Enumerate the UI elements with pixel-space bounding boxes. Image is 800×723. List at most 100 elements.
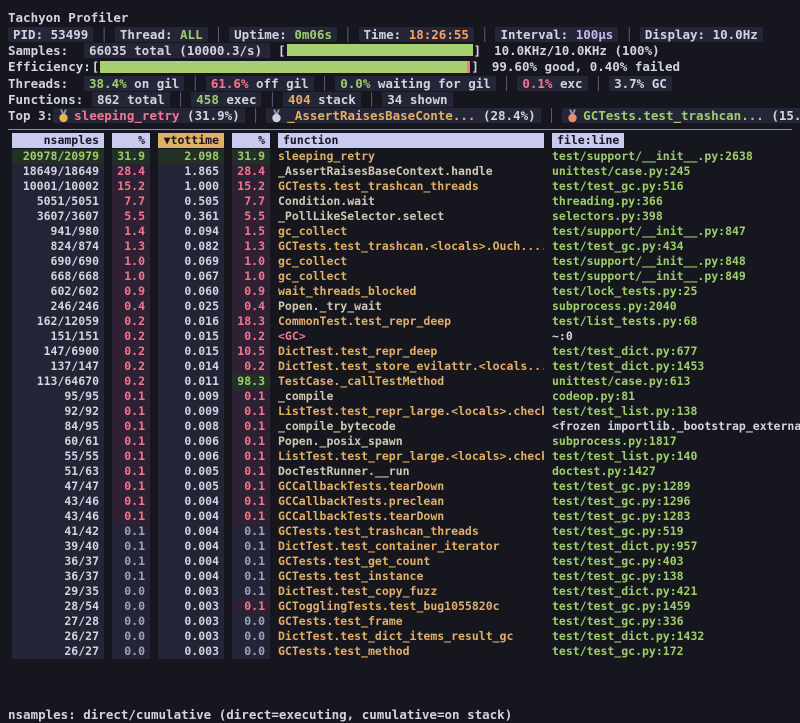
pct-cumulative-cell: 0.9: [232, 284, 270, 299]
column-header-tottime[interactable]: ▼tottime: [158, 133, 224, 148]
table-row[interactable]: 5051/50517.70.5057.7Condition.waitthread…: [8, 194, 800, 209]
function-cell: GCTests.test_trashcan_threads: [278, 179, 544, 194]
function-cell: GCTests.test_frame: [278, 614, 544, 629]
top3-item-1: sleeping_retry (31.9%): [53, 108, 245, 123]
pct-cumulative-cell: 0.1: [232, 539, 270, 554]
nsamples-cell: 690/690: [12, 254, 104, 269]
column-header-nsamples[interactable]: nsamples: [12, 133, 104, 148]
threads-label: Threads:: [8, 76, 84, 91]
table-row[interactable]: 20978/2097931.92.09831.9sleeping_retryte…: [8, 149, 800, 164]
efficiency-bar-open-bracket: [: [92, 59, 100, 74]
functions-segment: 862 total: [92, 92, 170, 107]
table-row[interactable]: 147/69000.20.01510.5DictTest.test_repr_d…: [8, 344, 800, 359]
pct-cumulative-cell: 5.5: [232, 209, 270, 224]
table-row[interactable]: 18649/1864928.41.86528.4_AssertRaisesBas…: [8, 164, 800, 179]
table-row[interactable]: 43/460.10.0040.1GCCallbackTests.preclean…: [8, 494, 800, 509]
top3-item-3: GCTests.test_trashcan... (15.2%): [562, 108, 800, 123]
table-row[interactable]: 29/350.00.0030.1DictTest.test_copy_fuzzt…: [8, 584, 800, 599]
table-row[interactable]: 36/370.10.0040.1GCTests.test_instancetes…: [8, 569, 800, 584]
pct-cumulative-cell: 0.1: [232, 554, 270, 569]
table-row[interactable]: 47/470.10.0050.1GCCallbackTests.tearDown…: [8, 479, 800, 494]
file-line-cell: threading.py:366: [552, 194, 800, 209]
table-row[interactable]: 41/420.10.0040.1GCTests.test_trashcan_th…: [8, 524, 800, 539]
segment-separator: │: [625, 27, 633, 42]
table-row[interactable]: 602/6020.90.0600.9wait_threads_blockedte…: [8, 284, 800, 299]
function-cell: Condition.wait: [278, 194, 544, 209]
table-row[interactable]: 28/540.00.0030.1GCTogglingTests.test_bug…: [8, 599, 800, 614]
pct-cumulative-cell: 28.4: [232, 164, 270, 179]
column-header-pct-direct[interactable]: %: [112, 133, 150, 148]
table-row[interactable]: 92/920.10.0090.1ListTest.test_repr_large…: [8, 404, 800, 419]
table-row[interactable]: 36/370.10.0040.1GCTests.test_get_countte…: [8, 554, 800, 569]
column-header-label: tottime: [171, 133, 219, 147]
table-row[interactable]: 55/550.10.0060.1ListTest.test_repr_large…: [8, 449, 800, 464]
status-display-value: 10.0Hz: [713, 27, 758, 42]
tottime-cell: 0.004: [158, 509, 224, 524]
table-row[interactable]: 95/950.10.0090.1_compilecodeop.py:81: [8, 389, 800, 404]
table-row[interactable]: 51/630.10.0050.1DocTestRunner.__rundocte…: [8, 464, 800, 479]
samples-rate-text: 10.0KHz/10.0KHz (100%): [494, 43, 660, 58]
tottime-cell: 0.011: [158, 374, 224, 389]
pct-direct-cell: 1.0: [112, 269, 150, 284]
table-row[interactable]: 60/610.10.0060.1Popen._posix_spawnsubpro…: [8, 434, 800, 449]
function-cell: GCTogglingTests.test_bug1055820c: [278, 599, 544, 614]
status-uptime-label: Uptime:: [234, 27, 294, 42]
nsamples-cell: 39/40: [12, 539, 104, 554]
pct-direct-cell: 15.2: [112, 179, 150, 194]
pct-direct-cell: 0.1: [112, 539, 150, 554]
table-row[interactable]: 137/1470.20.0140.2DictTest.test_store_ev…: [8, 359, 800, 374]
status-pid: PID: 53499: [8, 27, 93, 42]
table-row[interactable]: 824/8741.30.0821.3GCTests.test_trashcan.…: [8, 239, 800, 254]
table-row[interactable]: 10001/1000215.21.00015.2GCTests.test_tra…: [8, 179, 800, 194]
file-line-cell: subprocess.py:2040: [552, 299, 800, 314]
table-row[interactable]: 43/460.10.0040.1GCCallbackTests.tearDown…: [8, 509, 800, 524]
status-display-label: Display:: [645, 27, 713, 42]
table-row[interactable]: 39/400.10.0040.1DictTest.test_container_…: [8, 539, 800, 554]
table-row[interactable]: 27/280.00.0030.0GCTests.test_frametest/t…: [8, 614, 800, 629]
file-line-cell: subprocess.py:1817: [552, 434, 800, 449]
nsamples-cell: 43/46: [12, 509, 104, 524]
nsamples-cell: 18649/18649: [12, 164, 104, 179]
table-row[interactable]: 668/6681.00.0671.0gc_collecttest/support…: [8, 269, 800, 284]
pct-direct-cell: 0.4: [112, 299, 150, 314]
pct-direct-cell: 0.1: [112, 389, 150, 404]
nsamples-cell: 10001/10002: [12, 179, 104, 194]
threads-suffix: exc: [552, 76, 582, 91]
status-display: Display: 10.0Hz: [640, 27, 763, 42]
pct-direct-cell: 0.1: [112, 434, 150, 449]
nsamples-cell: 26/27: [12, 644, 104, 659]
file-line-cell: test/test_gc.py:1459: [552, 599, 800, 614]
pct-direct-cell: 0.9: [112, 284, 150, 299]
nsamples-cell: 92/92: [12, 404, 104, 419]
function-cell: _PollLikeSelector.select: [278, 209, 544, 224]
status-interval: Interval: 100μs: [495, 27, 618, 42]
pct-cumulative-cell: 0.1: [232, 389, 270, 404]
pct-direct-cell: 0.0: [112, 644, 150, 659]
table-row[interactable]: 151/1510.20.0150.2<GC>~:0: [8, 329, 800, 344]
column-header-file-line[interactable]: file:line: [552, 133, 624, 148]
functions-value: 862: [97, 92, 120, 107]
pct-cumulative-cell: 0.4: [232, 299, 270, 314]
tottime-cell: 0.004: [158, 539, 224, 554]
file-line-cell: test/test_gc.py:403: [552, 554, 800, 569]
table-row[interactable]: 690/6901.00.0691.0gc_collecttest/support…: [8, 254, 800, 269]
column-header-function[interactable]: function: [278, 133, 544, 148]
tottime-cell: 0.067: [158, 269, 224, 284]
table-row[interactable]: 113/646700.20.01198.3TestCase._callTestM…: [8, 374, 800, 389]
table-row[interactable]: 246/2460.40.0250.4Popen._try_waitsubproc…: [8, 299, 800, 314]
top3-line: Top 3:sleeping_retry (31.9%)│_AssertRais…: [8, 107, 800, 123]
pct-cumulative-cell: 98.3: [232, 374, 270, 389]
pct-direct-cell: 0.2: [112, 329, 150, 344]
table-row[interactable]: 84/950.10.0080.1_compile_bytecode<frozen…: [8, 419, 800, 434]
nsamples-cell: 5051/5051: [12, 194, 104, 209]
status-thread-label: Thread:: [120, 27, 180, 42]
footer-legend: nsamples: direct/cumulative (direct=exec…: [8, 707, 800, 723]
table-row[interactable]: 162/120590.20.01618.3CommonTest.test_rep…: [8, 314, 800, 329]
column-header-pct-cumulative[interactable]: %: [232, 133, 270, 148]
table-row[interactable]: 26/270.00.0030.0DictTest.test_dict_items…: [8, 629, 800, 644]
function-cell: DictTest.test_store_evilattr.<locals...: [278, 359, 544, 374]
table-row[interactable]: 3607/36075.50.3615.5_PollLikeSelector.se…: [8, 209, 800, 224]
table-row[interactable]: 941/9801.40.0941.5gc_collecttest/support…: [8, 224, 800, 239]
table-row[interactable]: 26/270.00.0030.0GCTests.test_methodtest/…: [8, 644, 800, 659]
nsamples-cell: 20978/20979: [12, 149, 104, 164]
